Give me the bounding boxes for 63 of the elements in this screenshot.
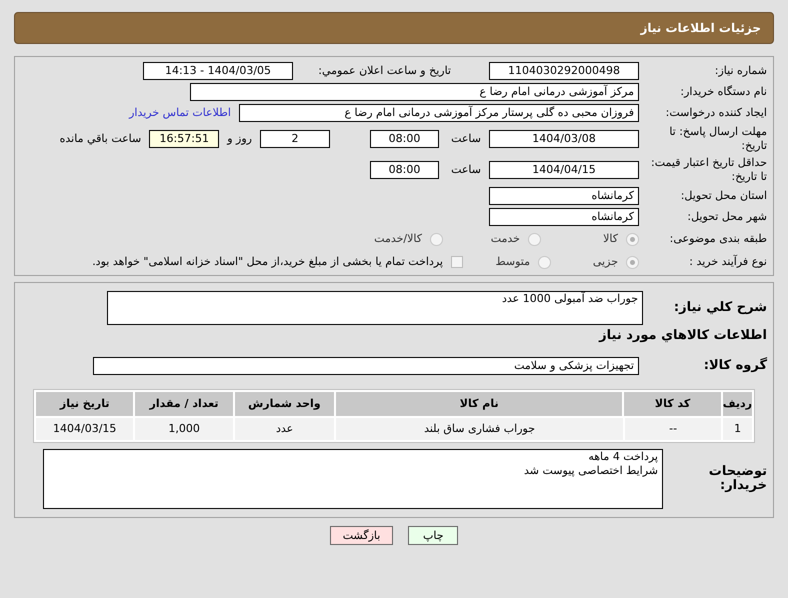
- summary-textarea[interactable]: جوراب ضد آمبولی 1000 عدد: [107, 291, 643, 325]
- radio-label: خدمت: [490, 232, 520, 246]
- table-cell: 1: [723, 418, 752, 440]
- time-label: ساعت: [450, 132, 481, 146]
- table-cell: --: [624, 418, 722, 440]
- table-cell: 1404/03/15: [36, 418, 134, 440]
- field-label: نوع فرآیند خرید :: [688, 255, 767, 269]
- field-label: ایجاد کننده درخواست:: [664, 106, 767, 120]
- notes-textarea[interactable]: پرداخت 4 ماهه شرایط اختصاصی پیوست شد: [43, 449, 663, 509]
- notes-line: پرداخت 4 ماهه: [587, 450, 658, 464]
- text-field[interactable]: 08:00: [370, 161, 439, 179]
- section-heading: اطلاعات کالاهاي مورد نیاز: [598, 329, 767, 343]
- field-label: شماره نیاز:: [714, 64, 767, 78]
- radio-label: جزیی: [592, 255, 618, 269]
- text-field[interactable]: فروزان محبی ده گلی پرستار مرکز آموزشی درمانی امام رضا ع: [239, 104, 639, 122]
- radio-button[interactable]: [626, 256, 639, 268]
- radio-label: متوسط: [495, 255, 530, 269]
- field-label: استان محل تحویل:: [680, 189, 767, 203]
- radio-button[interactable]: [538, 256, 551, 268]
- text-field[interactable]: 1404/03/05 - 14:13: [143, 62, 293, 80]
- contact-link[interactable]: اطلاعات تماس خریدار: [129, 106, 231, 120]
- days-label: روز و: [227, 132, 252, 146]
- field-label: طبقه بندی موضوعی:: [668, 232, 767, 246]
- table-cell: جوراب فشاری ساق بلند: [336, 418, 623, 440]
- text-field[interactable]: 1104030292000498: [489, 62, 639, 80]
- field-label: مهلت ارسال پاسخ: تا تاریخ:: [668, 125, 767, 153]
- time-label: ساعت: [450, 163, 481, 177]
- text-field[interactable]: 1404/04/15: [489, 161, 639, 179]
- column-header: نام کالا: [336, 392, 622, 416]
- checkbox-label: پرداخت تمام یا بخشی از مبلغ خرید،از محل "اسناد خزانه اسلامی" خواهد بود.: [92, 255, 443, 269]
- radio-button[interactable]: [528, 232, 541, 246]
- radio-button[interactable]: [626, 232, 639, 246]
- header-title: جزئیات اطلاعات نیاز: [640, 21, 761, 35]
- table-cell: 1,000: [135, 418, 233, 440]
- field-label: نام دستگاه خریدار:: [679, 85, 767, 99]
- radio-label: کالا: [603, 232, 618, 246]
- remaining-label: ساعت باقي مانده: [60, 132, 142, 146]
- field-label: شرح کلي نیاز:: [672, 301, 767, 315]
- field-label: تاریخ و ساعت اعلان عمومي:: [317, 64, 451, 78]
- group-field[interactable]: تجهیزات پزشکی و سلامت: [93, 357, 639, 375]
- column-header: تعداد / مقدار: [135, 392, 233, 416]
- field-label: حداقل تاریخ اعتبار قیمت: تا تاریخ:: [650, 156, 767, 184]
- text-field[interactable]: کرمانشاه: [489, 187, 639, 205]
- countdown-field[interactable]: 16:57:51: [149, 130, 220, 148]
- action-button[interactable]: بازگشت: [330, 526, 394, 545]
- text-field[interactable]: 1404/03/08: [489, 130, 639, 148]
- field-label: توضیحات خریدار:: [708, 465, 767, 493]
- action-button[interactable]: چاپ: [408, 526, 458, 545]
- radio-button[interactable]: [430, 232, 443, 246]
- radio-label: کالا/خدمت: [374, 232, 422, 246]
- text-field[interactable]: 08:00: [370, 130, 439, 148]
- notes-line: شرایط اختصاصی پیوست شد: [523, 464, 658, 478]
- text-field[interactable]: مرکز آموزشی درمانی امام رضا ع: [190, 83, 639, 101]
- field-label: شهر محل تحویل:: [686, 210, 767, 224]
- column-header: تاریخ نیاز: [36, 392, 134, 416]
- text-field[interactable]: کرمانشاه: [489, 208, 639, 226]
- checkbox[interactable]: [451, 256, 463, 268]
- column-header: واحد شمارش: [234, 392, 334, 416]
- field-label: گروه کالا:: [702, 359, 767, 373]
- table-cell: عدد: [234, 418, 334, 440]
- text-field[interactable]: 2: [260, 130, 330, 148]
- column-header: کد کالا: [624, 392, 721, 416]
- column-header: ردیف: [722, 392, 752, 416]
